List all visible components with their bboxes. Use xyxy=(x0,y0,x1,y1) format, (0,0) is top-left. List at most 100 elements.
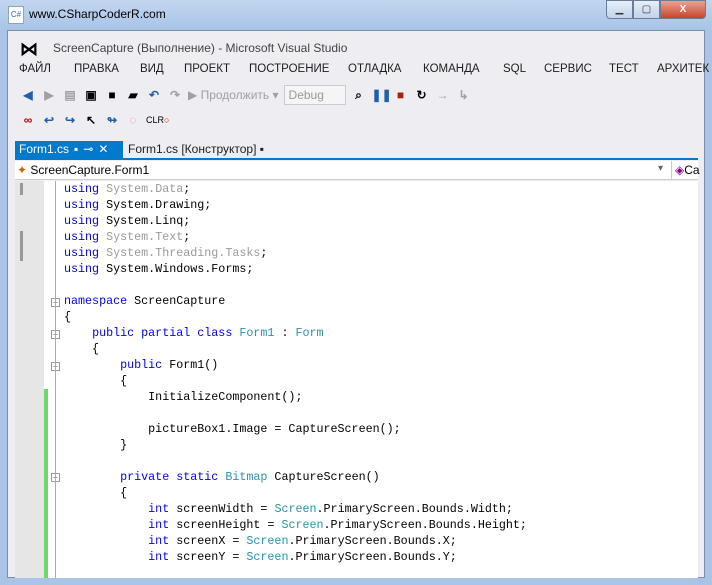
menu-item[interactable]: ФАЙЛ xyxy=(19,63,51,75)
code-token: } xyxy=(64,438,128,452)
code-line: using System.Text; xyxy=(64,229,527,245)
type-dropdown[interactable]: ✦ ScreenCapture.Form1 xyxy=(17,163,149,177)
tab-label: Form1.cs xyxy=(19,142,70,156)
tab-underline xyxy=(15,158,698,160)
pause-icon[interactable]: ❚❚ xyxy=(372,88,392,102)
code-token: { xyxy=(64,342,100,356)
code-token: Screen xyxy=(246,534,289,548)
restart-icon[interactable]: ↻ xyxy=(414,88,430,102)
step-back-icon[interactable]: ↪ xyxy=(62,113,78,127)
code-line: namespace ScreenCapture xyxy=(64,293,527,309)
outline-guide xyxy=(55,314,56,578)
menu-item[interactable]: SQL xyxy=(503,63,526,75)
tab-form1-designer[interactable]: Form1.cs [Конструктор] ▪ xyxy=(123,141,269,159)
code-token: using xyxy=(64,214,100,228)
find-icon[interactable]: ⌕ xyxy=(351,88,367,103)
save-all-icon[interactable]: ▰ xyxy=(125,88,141,102)
new-project-icon[interactable]: ▤ xyxy=(62,88,78,102)
menu-item[interactable]: АРХИТЕК xyxy=(657,63,709,75)
close-tab-icon[interactable]: ✕ xyxy=(98,142,108,158)
changed-lines-marker xyxy=(44,389,48,578)
continue-label: Продолжить xyxy=(200,88,270,102)
code-line: private static Bitmap CaptureScreen() xyxy=(64,469,527,485)
clr-icon[interactable]: CLR○ xyxy=(146,115,169,125)
code-token: System.Text xyxy=(106,230,184,244)
code-line: using System.Drawing; xyxy=(64,197,527,213)
stop-icon[interactable]: ■ xyxy=(393,88,409,102)
code-line: int screenY = Screen.PrimaryScreen.Bound… xyxy=(64,549,527,565)
save-icon[interactable]: ■ xyxy=(104,88,120,102)
window-titlebar: C# www.CSharpCoderR.com ▁ ▢ X xyxy=(0,0,712,30)
menu-item[interactable]: ПРОЕКТ xyxy=(184,63,230,75)
glasses-icon[interactable]: ∞ xyxy=(20,113,36,127)
code-token: : xyxy=(274,326,296,340)
code-token: public partial class xyxy=(92,326,233,340)
code-token: InitializeComponent(); xyxy=(64,390,303,404)
vs-logo-icon: ⋈ xyxy=(20,39,38,59)
menu-item[interactable]: ВИД xyxy=(140,63,164,75)
menu-item[interactable]: ТЕСТ xyxy=(609,63,639,75)
toolbar-debug: ∞ ↩ ↪ ↖ ↬ ◌ CLR○ xyxy=(20,109,174,131)
member-dropdown[interactable]: ◈Ca xyxy=(671,161,700,180)
code-token: System.Linq; xyxy=(99,214,191,228)
code-line: using System.Windows.Forms; xyxy=(64,261,527,277)
code-text[interactable]: using System.Data; using System.Drawing; u… xyxy=(64,181,527,565)
outline-guide xyxy=(55,181,56,314)
tab-label: Form1.cs [Конструктор] xyxy=(128,142,257,156)
redo-icon[interactable]: ↷ xyxy=(167,88,183,102)
menu-item[interactable]: ОТЛАДКА xyxy=(348,63,401,75)
code-token: ; xyxy=(260,246,268,260)
code-token: using xyxy=(64,262,100,276)
visual-studio-window: ⋈ ScreenCapture (Выполнение) - Microsoft… xyxy=(7,30,709,578)
member-label: Ca xyxy=(684,163,700,177)
code-token: namespace xyxy=(64,294,128,308)
cursor-icon[interactable]: ↖ xyxy=(83,113,99,127)
chevron-down-icon[interactable]: ▾ xyxy=(658,163,663,174)
code-editor[interactable]: − − − − using System.Data;using System.D… xyxy=(15,181,698,578)
menu-item[interactable]: СЕРВИС xyxy=(544,63,592,75)
close-button[interactable]: X xyxy=(660,0,706,19)
code-token: screenX = xyxy=(169,534,247,548)
tab-form1-cs[interactable]: Form1.cs ▪ ⊸ ✕ xyxy=(15,141,123,159)
step-into-icon[interactable]: ↳ xyxy=(456,88,472,102)
code-token: private static xyxy=(120,470,219,484)
continue-button[interactable]: ▶ Продолжить ▾ xyxy=(188,88,279,102)
code-token: Screen xyxy=(274,502,317,516)
code-line: { xyxy=(64,309,527,325)
lock-icon: ▪ xyxy=(259,142,265,156)
forward-icon[interactable]: ▶ xyxy=(41,88,57,102)
code-token: ; xyxy=(183,182,191,196)
menu-item[interactable]: ПОСТРОЕНИЕ xyxy=(249,63,329,75)
code-line: pictureBox1.Image = CaptureScreen(); xyxy=(64,421,527,437)
code-token: .PrimaryScreen.Bounds.Height; xyxy=(323,518,527,532)
menu-item[interactable]: ПРАВКА xyxy=(74,63,119,75)
document-tabs: Form1.cs ▪ ⊸ ✕ Form1.cs [Конструктор] ▪ xyxy=(15,141,269,159)
step-icon[interactable]: ↩ xyxy=(41,113,57,127)
code-token: { xyxy=(64,486,128,500)
undo-icon[interactable]: ↶ xyxy=(146,88,162,102)
breakpoint-icon[interactable]: ◌ xyxy=(125,113,141,127)
configuration-select[interactable]: Debug xyxy=(283,85,346,105)
open-file-icon[interactable]: ▣ xyxy=(83,88,99,102)
code-token: System.Windows.Forms; xyxy=(99,262,254,276)
class-icon: ✦ xyxy=(17,163,28,177)
pin-icon[interactable]: ⊸ xyxy=(83,142,93,158)
step-over-icon[interactable]: → xyxy=(435,88,451,102)
code-token: pictureBox1.Image = CaptureScreen(); xyxy=(64,422,401,436)
code-line: using System.Data; xyxy=(64,181,527,197)
code-line: public Form1() xyxy=(64,357,527,373)
menu-item[interactable]: КОМАНДА xyxy=(423,63,480,75)
code-line: using System.Linq; xyxy=(64,213,527,229)
lock-icon: ▪ xyxy=(74,142,79,156)
maximize-button[interactable]: ▢ xyxy=(633,0,660,19)
minimize-button[interactable]: ▁ xyxy=(606,0,633,19)
step-out-icon[interactable]: ↬ xyxy=(104,113,120,127)
back-icon[interactable]: ◀ xyxy=(20,88,36,102)
